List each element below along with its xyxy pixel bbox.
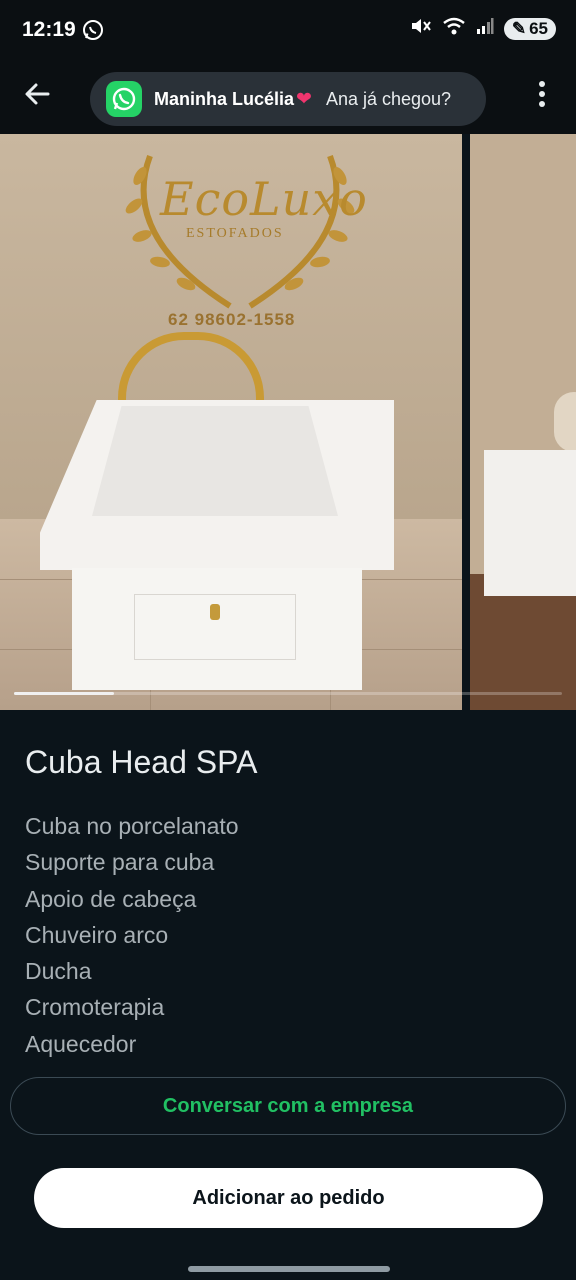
status-time: 12:19 xyxy=(22,18,76,41)
add-to-order-button[interactable]: Adicionar ao pedido xyxy=(34,1168,543,1228)
message-notification[interactable]: Maninha Lucélia ❤ Ana já chegou? xyxy=(90,72,486,126)
next-product-image[interactable] xyxy=(470,134,576,710)
whatsapp-status-icon xyxy=(82,19,104,46)
notification-sender: Maninha Lucélia xyxy=(154,88,295,109)
status-bar: 12:19 ✎ 65 xyxy=(0,0,576,58)
signal-icon xyxy=(476,17,494,40)
feature-item: Cuba no porcelanato xyxy=(25,813,239,839)
top-app-bar: Maninha Lucélia ❤ Ana já chegou? xyxy=(0,58,576,134)
product-title: Cuba Head SPA xyxy=(25,744,258,780)
product-image-carousel[interactable]: EcoLuxo ESTOFADOS 62 98602-1558 xyxy=(0,134,576,710)
battery-indicator: ✎ 65 xyxy=(503,17,556,40)
leaf-icon: ✎ xyxy=(511,18,527,38)
carousel-progress-indicator xyxy=(14,692,114,695)
next-image-sink xyxy=(484,450,576,596)
battery-level: 65 xyxy=(529,18,548,38)
image-logo-subtitle: ESTOFADOS xyxy=(186,226,284,241)
feature-item: Aquecedor xyxy=(25,1030,137,1057)
feature-item: Apoio de cabeça xyxy=(25,885,197,912)
status-icons: ✎ 65 xyxy=(410,16,556,41)
gesture-nav-handle[interactable] xyxy=(188,1266,390,1272)
chat-with-business-button[interactable]: Conversar com a empresa xyxy=(10,1077,566,1135)
more-options-button[interactable] xyxy=(528,76,556,112)
back-button[interactable] xyxy=(20,76,56,112)
more-vertical-icon xyxy=(539,81,545,107)
whatsapp-icon xyxy=(106,81,142,117)
feature-item: Cromoterapia xyxy=(25,994,165,1021)
drawer-knob xyxy=(210,604,220,620)
next-image-headrest xyxy=(554,392,576,452)
product-features-list: Cuba no porcelanato Suporte para cuba Ap… xyxy=(25,808,239,1062)
feature-item: Suporte para cuba xyxy=(25,849,215,876)
mute-icon xyxy=(410,16,432,41)
feature-item: Chuveiro arco xyxy=(25,921,169,948)
product-image[interactable]: EcoLuxo ESTOFADOS 62 98602-1558 xyxy=(0,134,462,710)
feature-item: Ducha xyxy=(25,958,92,985)
sink-basin xyxy=(92,406,338,516)
arrow-left-icon xyxy=(25,83,50,105)
image-phone-number: 62 98602-1558 xyxy=(168,310,296,329)
notification-message: Ana já chegou? xyxy=(325,88,452,109)
wifi-icon xyxy=(442,16,466,41)
heart-icon: ❤ xyxy=(296,88,312,110)
image-logo-text: EcoLuxo xyxy=(160,172,368,226)
